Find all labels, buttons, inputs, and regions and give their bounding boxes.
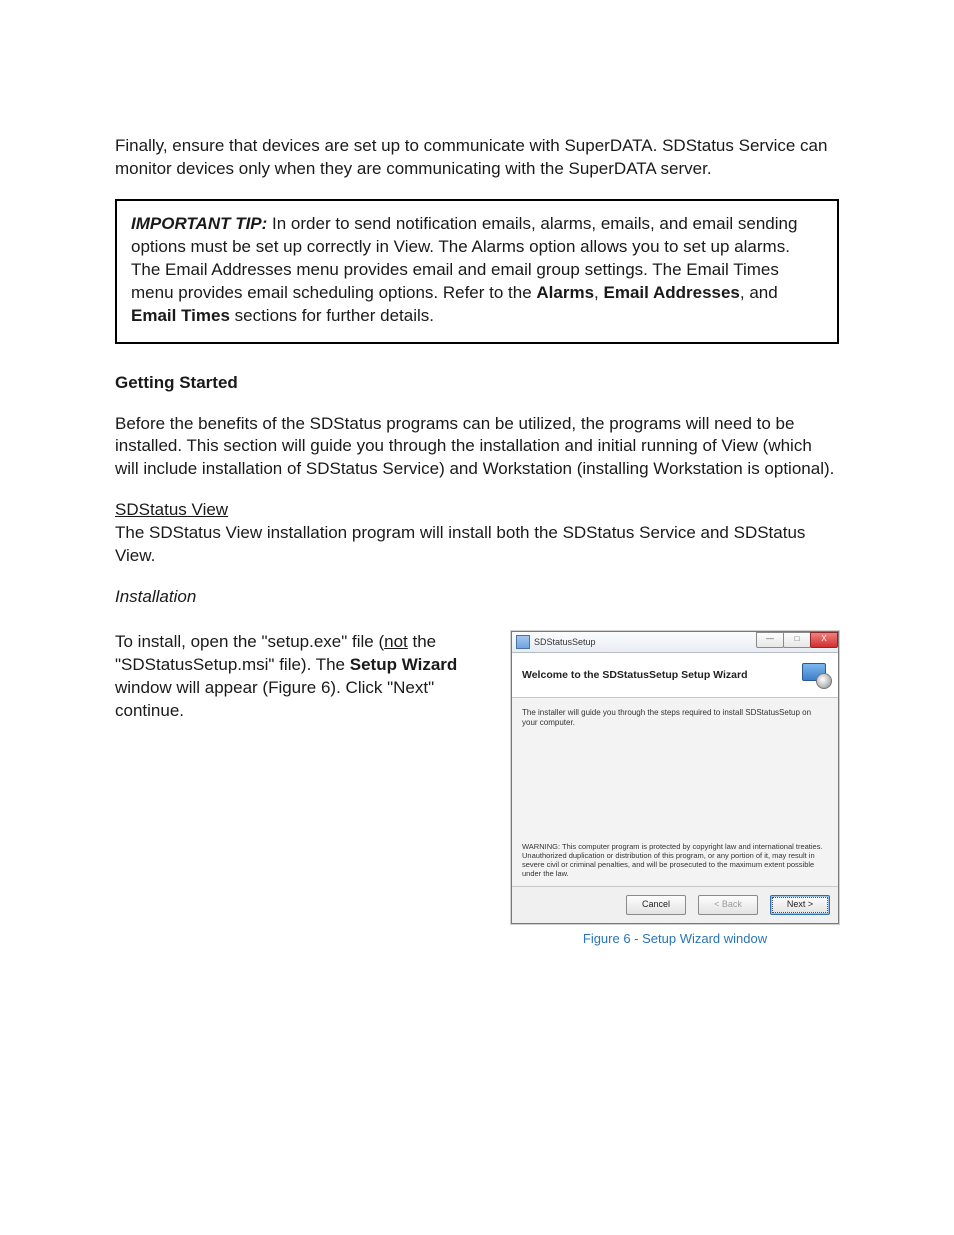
dialog-footer: Cancel < Back Next > — [512, 886, 838, 923]
install-p-before: To install, open the "setup.exe" file ( — [115, 632, 384, 651]
install-p-setup-wizard: Setup Wizard — [350, 655, 458, 674]
installation-heading: Installation — [115, 586, 839, 609]
important-tip-box: IMPORTANT TIP: In order to send notifica… — [115, 199, 839, 344]
figure-column: SDStatusSetup — □ X Welcome to the SDSta… — [511, 631, 839, 948]
back-button[interactable]: < Back — [698, 895, 758, 915]
installer-icon — [516, 635, 530, 649]
install-p-not: not — [384, 632, 408, 651]
tip-sep-2: , and — [740, 283, 778, 302]
tip-bold-email-addresses: Email Addresses — [604, 283, 740, 302]
tip-sep-1: , — [594, 283, 603, 302]
dialog-body: The installer will guide you through the… — [512, 698, 838, 886]
tip-bold-alarms: Alarms — [536, 283, 594, 302]
getting-started-paragraph: Before the benefits of the SDStatus prog… — [115, 413, 839, 482]
dialog-title: SDStatusSetup — [534, 636, 596, 648]
installation-row: To install, open the "setup.exe" file (n… — [115, 631, 839, 948]
maximize-button[interactable]: □ — [783, 632, 811, 648]
sdstatus-view-block: SDStatus View The SDStatus View installa… — [115, 499, 839, 568]
next-button[interactable]: Next > — [770, 895, 830, 915]
tip-label: IMPORTANT TIP: — [131, 214, 267, 233]
installation-paragraph: To install, open the "setup.exe" file (n… — [115, 631, 491, 723]
dialog-warning-text: WARNING: This computer program is protec… — [522, 842, 828, 878]
tip-bold-email-times: Email Times — [131, 306, 230, 325]
disc-icon — [816, 673, 832, 689]
dialog-banner-title: Welcome to the SDStatusSetup Setup Wizar… — [522, 668, 748, 682]
figure-caption: Figure 6 - Setup Wizard window — [511, 930, 839, 948]
installer-banner-icon — [802, 663, 830, 687]
install-p-after: window will appear (Figure 6). Click "Ne… — [115, 678, 434, 720]
getting-started-heading: Getting Started — [115, 372, 839, 395]
setup-wizard-dialog: SDStatusSetup — □ X Welcome to the SDSta… — [511, 631, 839, 924]
sdstatus-view-paragraph: The SDStatus View installation program w… — [115, 523, 805, 565]
sdstatus-view-heading: SDStatus View — [115, 500, 228, 519]
dialog-banner: Welcome to the SDStatusSetup Setup Wizar… — [512, 653, 838, 698]
cancel-button[interactable]: Cancel — [626, 895, 686, 915]
document-page: Finally, ensure that devices are set up … — [0, 0, 954, 1235]
dialog-intro-text: The installer will guide you through the… — [522, 708, 828, 727]
intro-paragraph: Finally, ensure that devices are set up … — [115, 135, 839, 181]
tip-body-2: sections for further details. — [230, 306, 434, 325]
installation-text-column: To install, open the "setup.exe" file (n… — [115, 631, 491, 741]
minimize-button[interactable]: — — [756, 632, 784, 648]
dialog-titlebar: SDStatusSetup — □ X — [512, 632, 838, 653]
close-button[interactable]: X — [810, 632, 838, 648]
window-controls: — □ X — [757, 632, 838, 648]
